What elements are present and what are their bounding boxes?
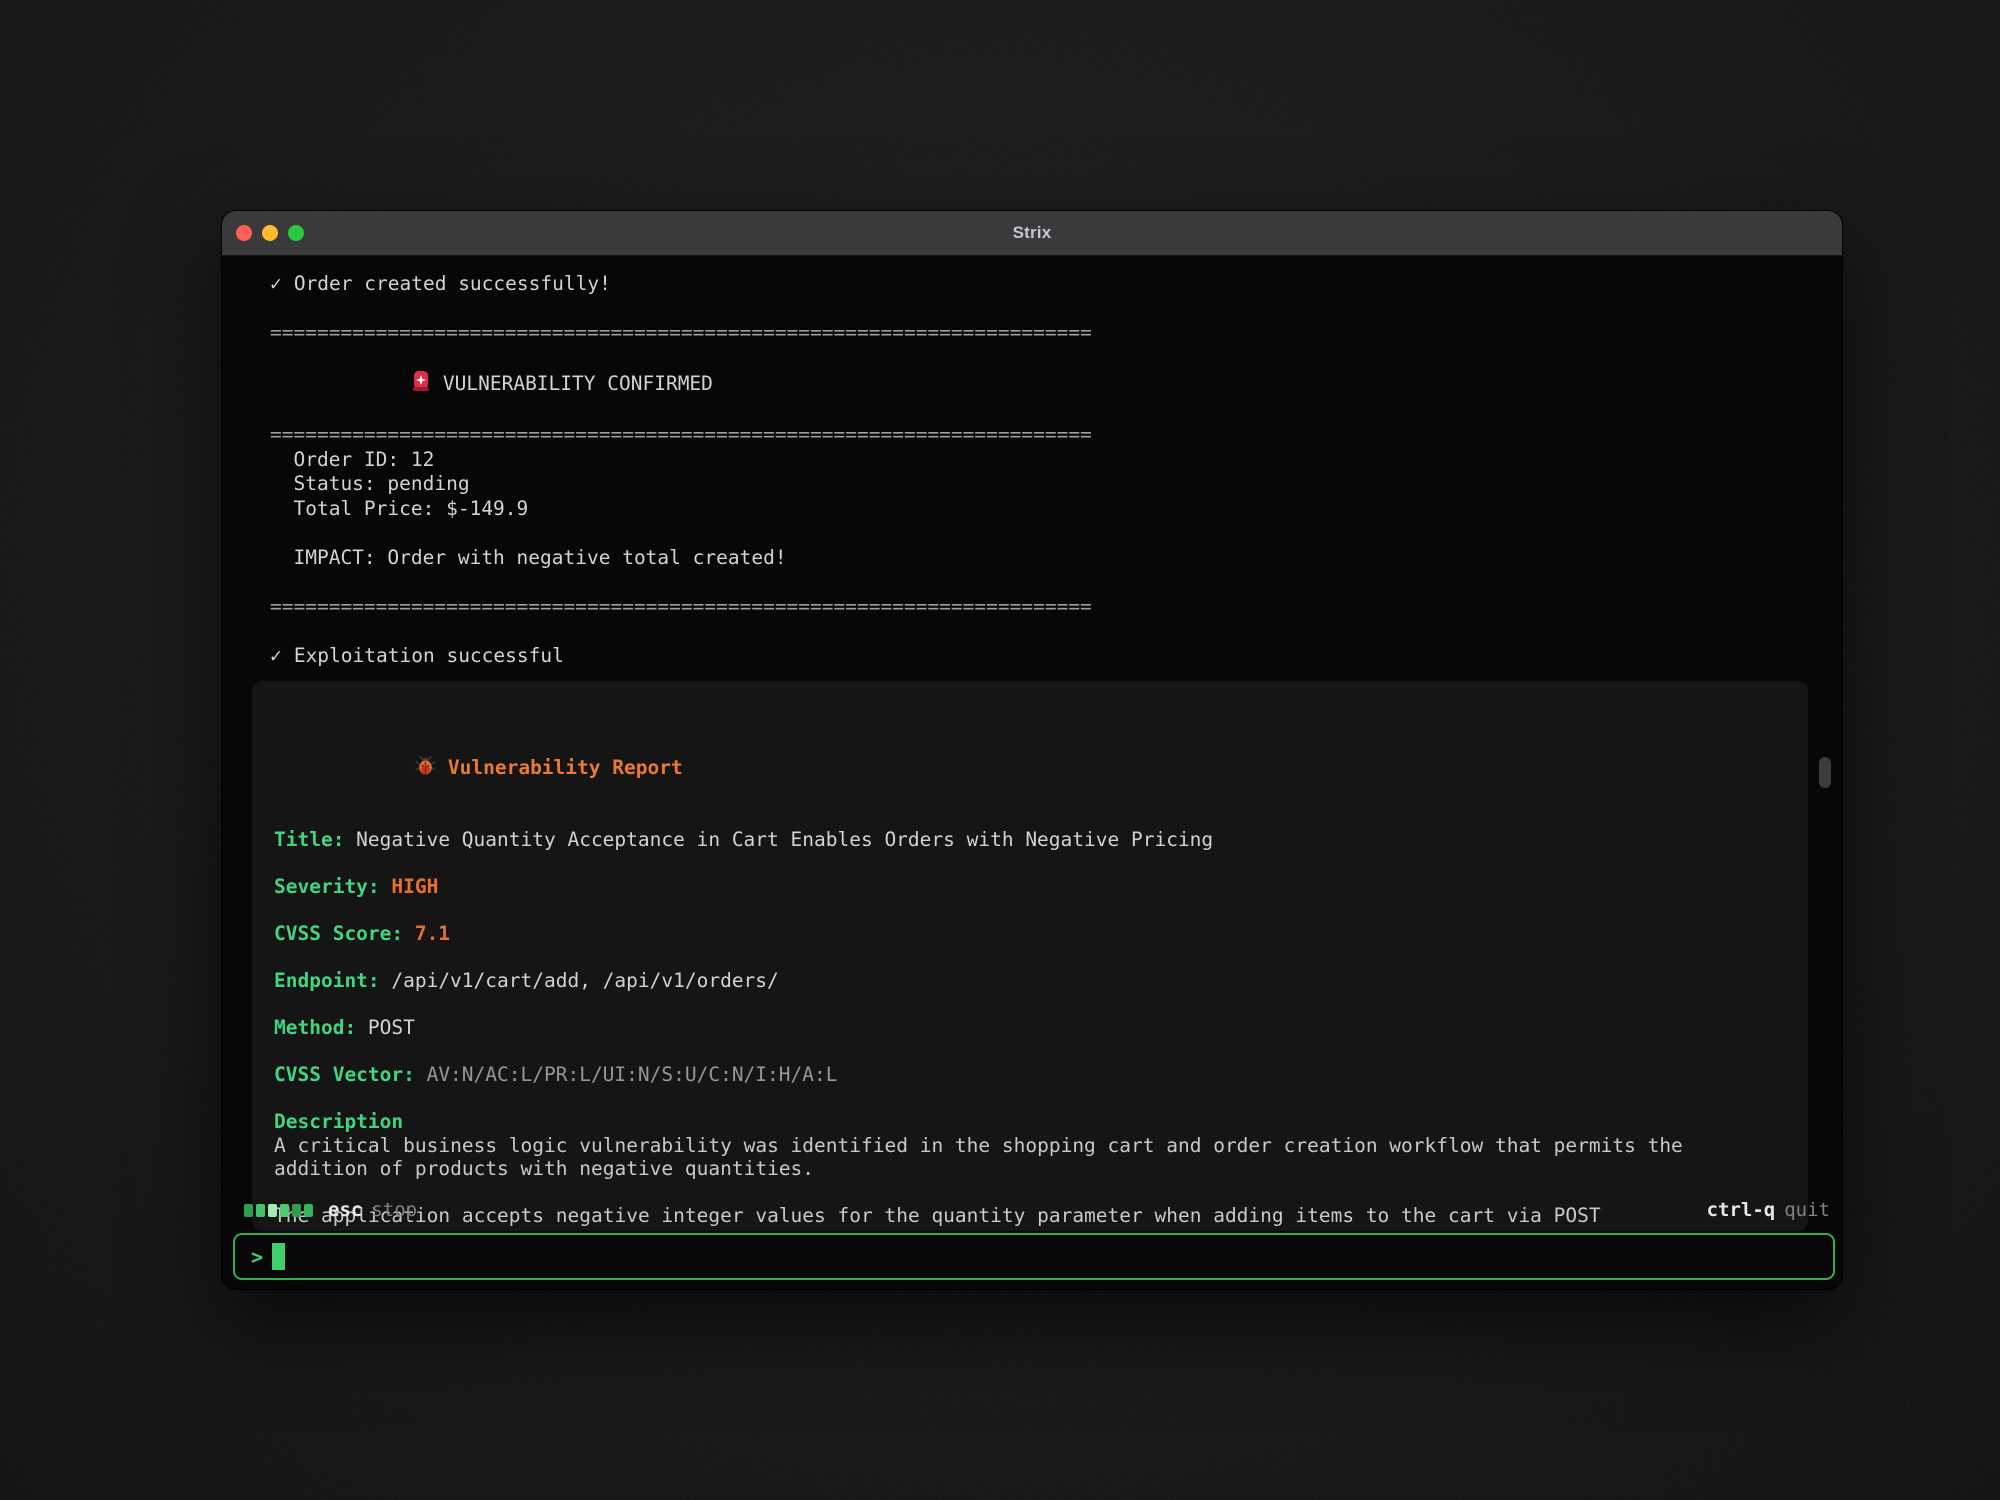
report-field-endpoint: Endpoint: /api/v1/cart/add, /api/v1/order… (274, 969, 1788, 993)
separator-line: ========================================… (270, 321, 1842, 346)
success-line: ✓ Order created successfully! (270, 272, 1842, 297)
exploitation-line: ✓ Exploitation successful (270, 644, 1842, 669)
field-value: AV:N/AC:L/PR:L/UI:N/S:U/C:N/I:H/A:L (427, 1063, 838, 1086)
field-value: Negative Quantity Acceptance in Cart Ena… (356, 828, 1213, 851)
impact-line: IMPACT: Order with negative total create… (270, 546, 1842, 571)
blank-line (270, 619, 1842, 644)
desktop-background: Strix ✓ Order created successfully! =====… (0, 0, 2000, 1500)
window-title: Strix (1013, 223, 1052, 243)
activity-spinner (244, 1204, 313, 1217)
blank-line (270, 570, 1842, 595)
total-price-line: Total Price: $-149.9 (270, 497, 1842, 522)
status-bar: esc stop ctrl-q quit (244, 1197, 1830, 1223)
report-field-cvss-vector: CVSS Vector: AV:N/AC:L/PR:L/UI:N/S:U/C:N/… (274, 1063, 1788, 1087)
severity-badge: HIGH (391, 875, 438, 898)
minimize-button[interactable] (262, 225, 278, 241)
report-title: Vulnerability Report (448, 756, 683, 780)
success-text: Order created successfully! (294, 272, 611, 295)
field-label: Method: (274, 1016, 356, 1039)
field-value: /api/v1/cart/add, /api/v1/orders/ (391, 969, 778, 992)
report-field-title: Title: Negative Quantity Acceptance in Ca… (274, 828, 1788, 852)
vulnerability-confirmed-line: VULNERABILITY CONFIRMED (270, 346, 1842, 424)
ctrl-q-key-label: ctrl-q (1707, 1199, 1776, 1221)
stop-action-label: stop (371, 1199, 417, 1221)
report-field-cvss-score: CVSS Score: 7.1 (274, 922, 1788, 946)
report-header: Vulnerability Report (274, 731, 1788, 805)
blank-line (274, 946, 1788, 970)
text-cursor (272, 1243, 285, 1270)
field-value: POST (368, 1016, 415, 1039)
terminal-output: ✓ Order created successfully! ===========… (222, 256, 1842, 1289)
field-label: CVSS Score: (274, 922, 403, 945)
check-icon: ✓ (270, 644, 282, 667)
window-titlebar[interactable]: Strix (222, 211, 1842, 256)
separator-line: ========================================… (270, 595, 1842, 620)
window-controls (236, 211, 304, 255)
esc-key-label: esc (328, 1199, 362, 1221)
strix-window: Strix ✓ Order created successfully! =====… (222, 211, 1842, 1289)
blank-line (274, 1040, 1788, 1064)
field-label: Severity: (274, 875, 380, 898)
spinner-cell (304, 1204, 313, 1217)
vulnerability-report-panel: Vulnerability Report Title: Negative Quan… (252, 681, 1808, 1231)
blank-line (274, 805, 1788, 829)
zoom-button[interactable] (288, 225, 304, 241)
bug-icon (274, 731, 436, 805)
blank-line (270, 297, 1842, 322)
blank-line (270, 521, 1842, 546)
quit-hint: ctrl-q quit (1707, 1199, 1830, 1221)
exploitation-text: Exploitation successful (294, 644, 564, 667)
blank-line (274, 1087, 1788, 1111)
order-id-line: Order ID: 12 (270, 448, 1842, 473)
blank-line (274, 993, 1788, 1017)
report-field-method: Method: POST (274, 1016, 1788, 1040)
quit-action-label: quit (1784, 1199, 1830, 1221)
close-button[interactable] (236, 225, 252, 241)
blank-line (274, 899, 1788, 923)
command-input[interactable]: > (233, 1233, 1835, 1280)
prompt-chevron: > (251, 1245, 263, 1269)
spinner-cell (292, 1204, 301, 1217)
description-paragraph: A critical business logic vulnerability … (274, 1134, 1788, 1181)
terminal-log: ✓ Order created successfully! ===========… (222, 256, 1842, 668)
spinner-cell (244, 1204, 253, 1217)
siren-icon (270, 346, 431, 424)
separator-line: ========================================… (270, 423, 1842, 448)
spinner-cell (280, 1204, 289, 1217)
blank-line (274, 852, 1788, 876)
report-field-severity: Severity: HIGH (274, 875, 1788, 899)
status-line: Status: pending (270, 472, 1842, 497)
scrollbar-thumb[interactable] (1819, 757, 1831, 788)
spinner-cell (268, 1204, 277, 1217)
vulnerability-confirmed-text: VULNERABILITY CONFIRMED (443, 372, 713, 397)
cvss-score-value: 7.1 (415, 922, 450, 945)
spinner-cell (256, 1204, 265, 1217)
description-heading: Description (274, 1110, 1788, 1134)
field-label: Endpoint: (274, 969, 380, 992)
field-label: Title: (274, 828, 344, 851)
check-icon: ✓ (270, 272, 282, 295)
field-label: CVSS Vector: (274, 1063, 415, 1086)
stop-hint: esc stop (328, 1199, 417, 1221)
